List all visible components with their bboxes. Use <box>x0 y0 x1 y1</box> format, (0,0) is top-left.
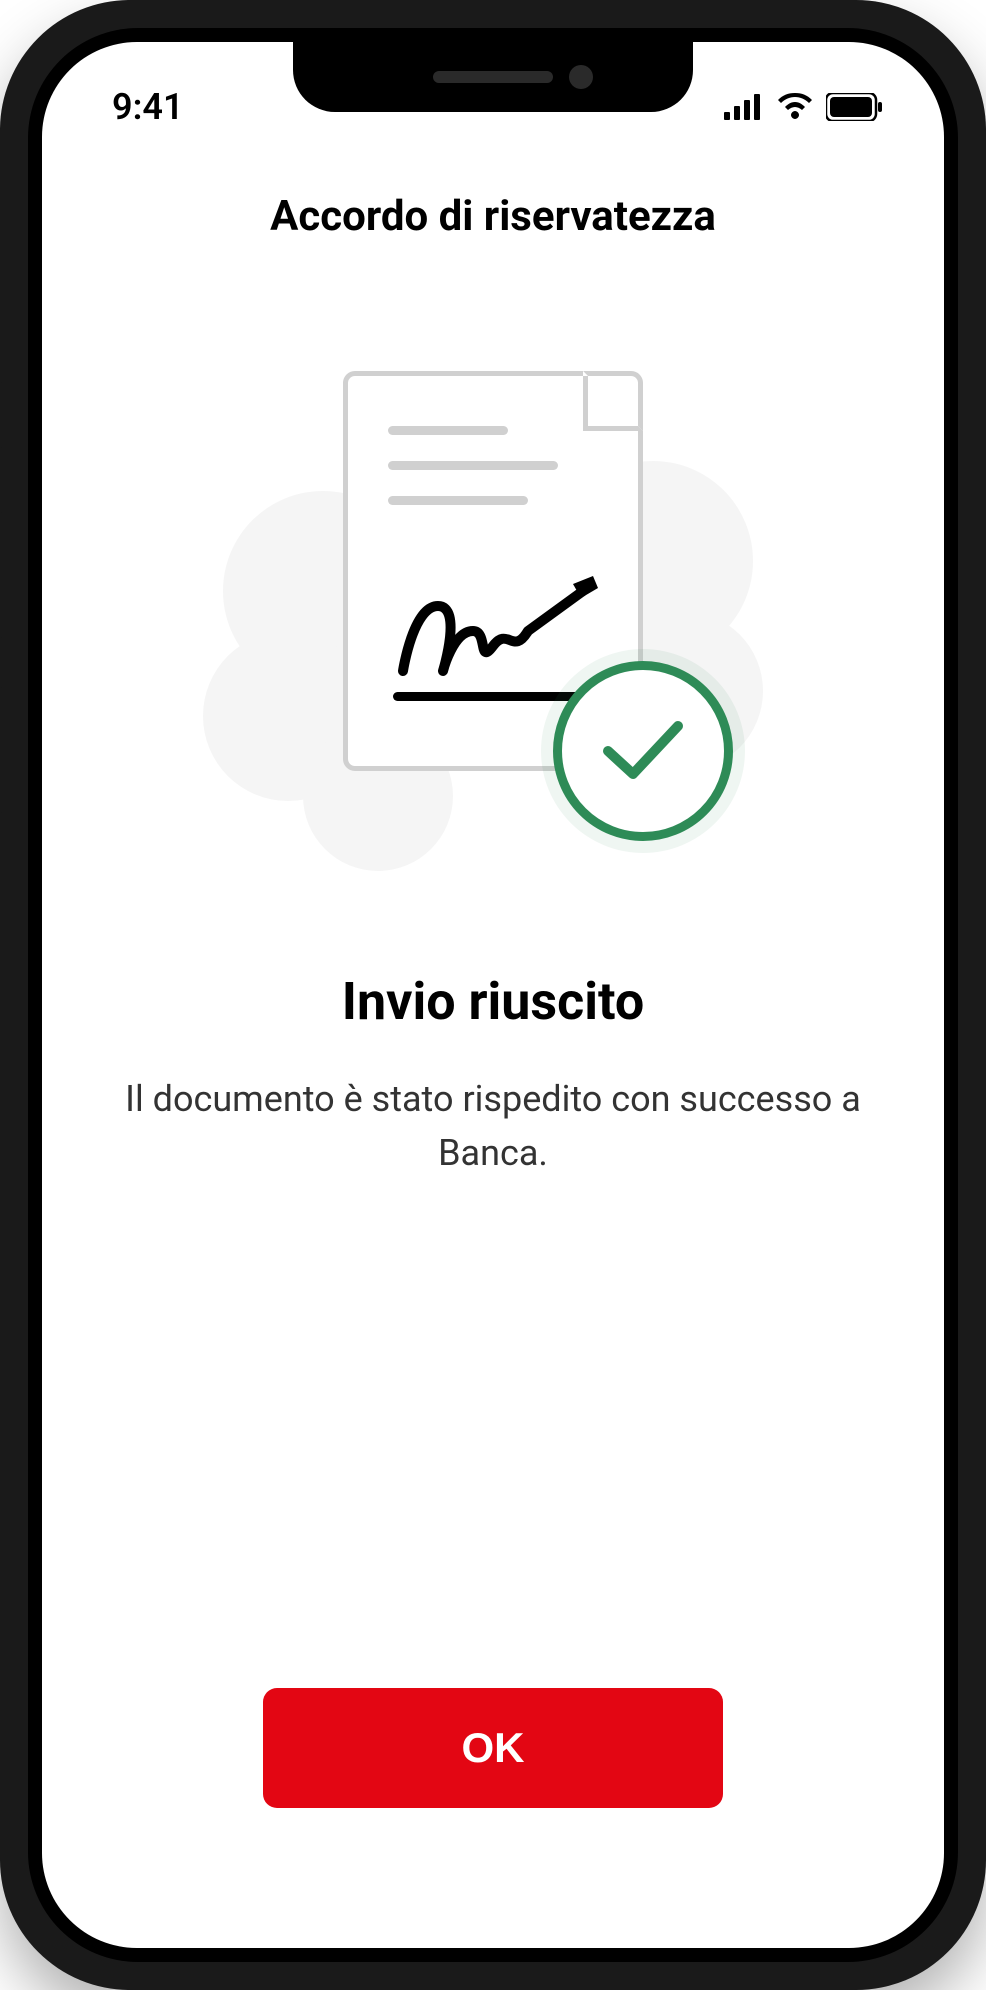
ok-button[interactable]: OK <box>263 1688 723 1808</box>
page-title: Accordo di riservatezza <box>82 192 904 241</box>
side-button-volume-up <box>0 510 2 640</box>
success-message: Il documento è stato rispedito con succe… <box>103 1072 883 1180</box>
screen: 9:41 <box>42 42 944 1948</box>
document-line <box>388 426 508 435</box>
battery-icon <box>826 93 884 121</box>
page-header: Accordo di riservatezza <box>42 152 944 271</box>
wifi-icon <box>776 93 814 121</box>
document-line <box>388 496 528 505</box>
document-line <box>388 461 558 470</box>
side-button-mute <box>0 380 2 450</box>
success-illustration <box>243 371 743 831</box>
cellular-signal-icon <box>724 94 764 120</box>
phone-inner: 9:41 <box>28 28 958 1962</box>
notch-speaker <box>433 71 553 83</box>
notch-camera <box>569 65 593 89</box>
notch <box>293 42 693 112</box>
document-fold <box>583 371 643 431</box>
signature-icon <box>393 576 613 686</box>
signature-underline <box>393 692 583 701</box>
content-area: Invio riuscito Il documento è stato risp… <box>42 271 944 1688</box>
footer: OK <box>42 1688 944 1948</box>
side-button-volume-down <box>0 685 2 815</box>
success-title: Invio riuscito <box>342 971 644 1032</box>
success-check-icon <box>553 661 733 841</box>
status-time: 9:41 <box>112 86 184 128</box>
status-icons <box>724 93 884 121</box>
phone-frame: 9:41 <box>0 0 986 1990</box>
